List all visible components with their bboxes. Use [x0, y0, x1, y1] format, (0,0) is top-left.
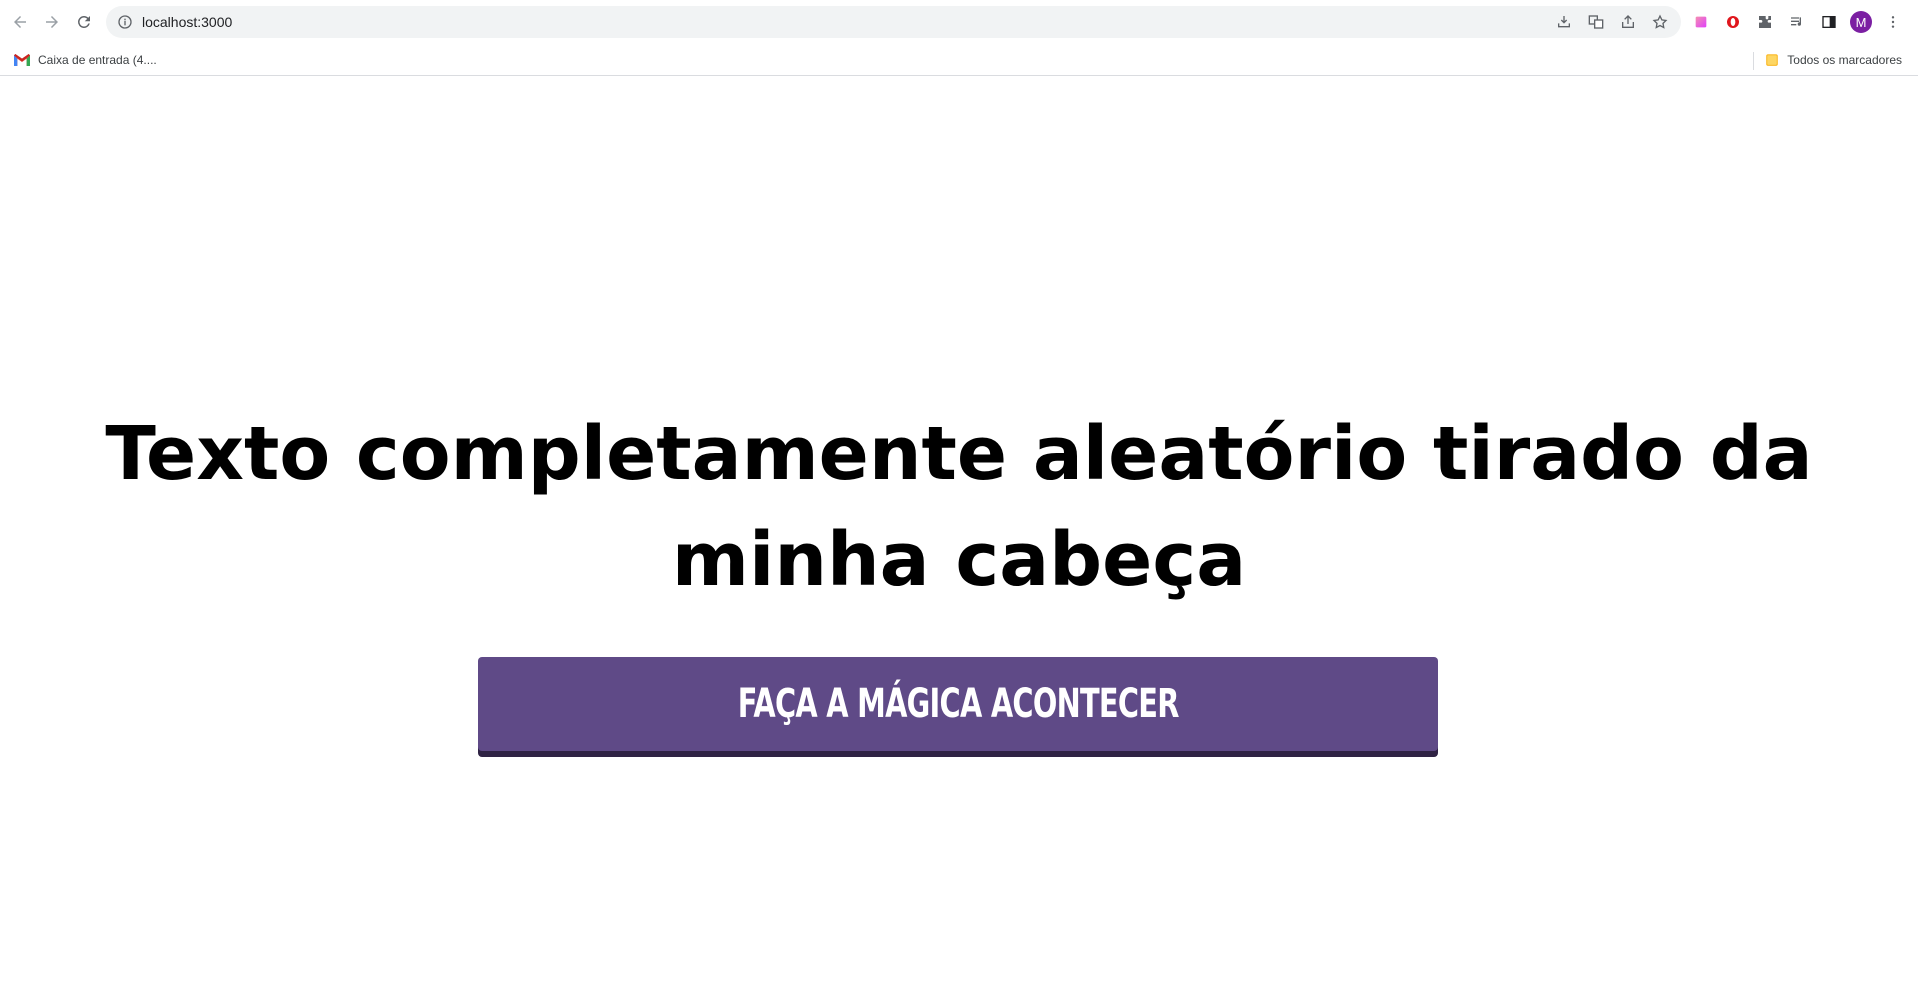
gmail-icon: [14, 54, 30, 66]
all-bookmarks-folder[interactable]: Todos os marcadores: [1757, 47, 1910, 73]
forward-arrow-icon: [46, 16, 58, 28]
bookmarks-divider: [1753, 52, 1754, 70]
forward-button[interactable]: [37, 7, 67, 37]
site-info-icon[interactable]: [116, 13, 134, 31]
page-content: Texto completamente aleatório tirado da …: [0, 77, 1918, 1007]
extension-gradient-icon[interactable]: [1690, 11, 1712, 33]
translate-icon[interactable]: [1585, 11, 1607, 33]
page-headline: Texto completamente aleatório tirado da …: [105, 411, 1813, 603]
more-menu-icon[interactable]: [1882, 11, 1904, 33]
reload-icon: [78, 15, 90, 28]
media-control-icon[interactable]: [1786, 11, 1808, 33]
back-button[interactable]: [5, 7, 35, 37]
back-arrow-icon: [14, 16, 26, 28]
magic-button[interactable]: FAÇA A MÁGICA ACONTECER: [478, 657, 1438, 751]
bookmark-star-icon[interactable]: [1649, 11, 1671, 33]
opera-extension-icon[interactable]: [1722, 11, 1744, 33]
magic-button-label: FAÇA A MÁGICA ACONTECER: [737, 681, 1180, 727]
side-panel-icon[interactable]: [1818, 11, 1840, 33]
bookmark-label: Caixa de entrada (4....: [38, 53, 157, 67]
share-icon[interactable]: [1617, 11, 1639, 33]
install-app-icon[interactable]: [1553, 11, 1575, 33]
reload-button[interactable]: [69, 7, 99, 37]
address-bar[interactable]: localhost:3000: [106, 6, 1681, 38]
extensions-puzzle-icon[interactable]: [1754, 11, 1776, 33]
browser-toolbar: localhost:3000 M: [0, 0, 1918, 44]
url-text[interactable]: localhost:3000: [142, 14, 232, 30]
bookmarks-bar: Caixa de entrada (4.... Todos os marcado…: [0, 44, 1918, 76]
profile-avatar[interactable]: M: [1850, 11, 1872, 33]
bookmark-folder-label: Todos os marcadores: [1787, 53, 1902, 67]
folder-icon: [1766, 54, 1778, 66]
bookmark-gmail[interactable]: Caixa de entrada (4....: [6, 47, 165, 73]
